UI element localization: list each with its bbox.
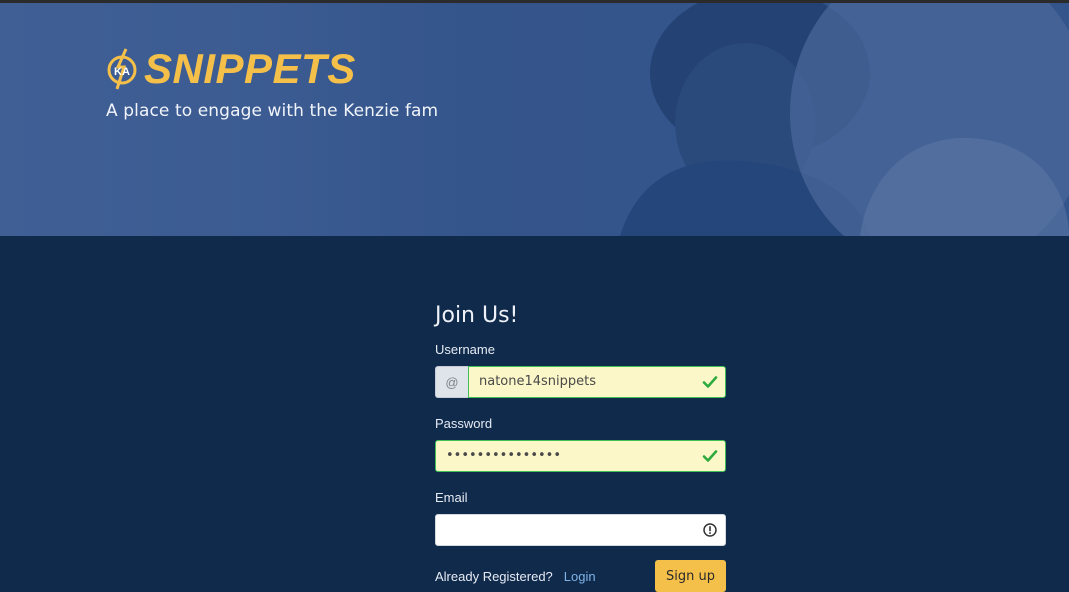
exclamation-circle-icon [703,523,717,537]
svg-text:KA: KA [114,66,130,78]
signup-form: Join Us! Username @ natone14snippets Pas… [435,302,726,592]
password-label: Password [435,416,493,431]
email-wrap [435,514,726,546]
password-input[interactable]: ••••••••••••••• [435,440,726,472]
username-wrap: natone14snippets [468,366,726,398]
email-input[interactable] [435,514,726,546]
form-footer: Already Registered? Login Sign up [435,560,726,592]
tagline: A place to engage with the Kenzie fam [106,101,439,121]
brand: KA SNIPPETS [106,47,356,91]
username-row: @ natone14snippets [435,366,726,398]
already-registered-text: Already Registered? [435,568,553,584]
main-section: Join Us! Username @ natone14snippets Pas… [0,236,1069,592]
kenzie-logo-icon: KA [107,48,137,90]
username-input[interactable]: natone14snippets [468,366,726,398]
check-icon [702,376,718,388]
username-at-prefix: @ [435,366,468,398]
logo-text: SNIPPETS [144,45,356,92]
email-label: Email [435,490,468,505]
email-row [435,514,726,546]
username-label: Username [435,342,495,357]
hero-banner: KA SNIPPETS A place to engage with the K… [0,3,1069,236]
password-wrap: ••••••••••••••• [435,440,726,472]
password-row: ••••••••••••••• [435,440,726,472]
form-title: Join Us! [435,303,519,328]
signup-button[interactable]: Sign up [655,560,726,592]
login-link[interactable]: Login [564,569,596,584]
check-icon [702,450,718,462]
